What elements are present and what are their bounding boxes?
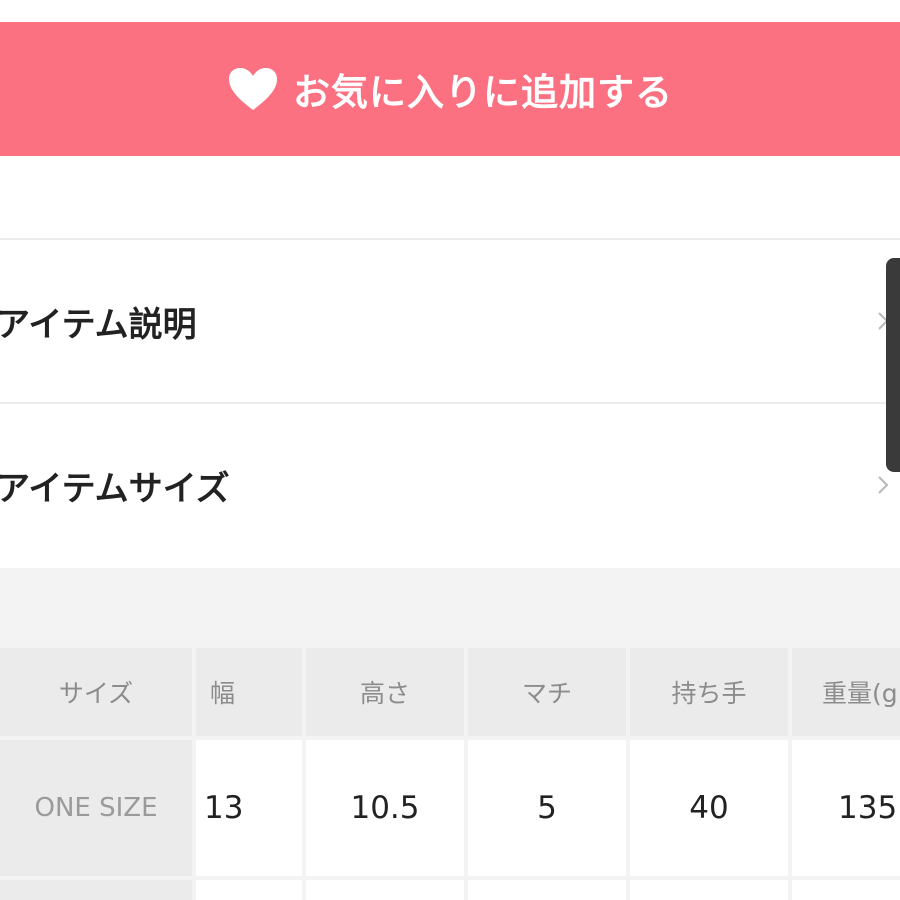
table-header-cell: マチ bbox=[468, 648, 626, 736]
table-row-label: ONE SIZE bbox=[0, 740, 192, 876]
table-header-cell: 持ち手 bbox=[630, 648, 788, 736]
table-cell: 40 bbox=[630, 740, 788, 876]
table-header-cell: 重量(g bbox=[792, 648, 900, 736]
heart-icon bbox=[229, 68, 277, 110]
add-to-favorites-button[interactable]: お気に入りに追加する bbox=[0, 22, 900, 156]
chevron-right-icon bbox=[878, 476, 889, 494]
table-cell: 13 bbox=[196, 740, 302, 876]
section-item-description[interactable]: アイテム説明 bbox=[0, 240, 900, 402]
table-row-partial bbox=[0, 880, 192, 900]
table-row-partial bbox=[468, 880, 626, 900]
table-row-partial bbox=[196, 880, 302, 900]
section-title: アイテム説明 bbox=[0, 304, 197, 345]
table-row-partial bbox=[792, 880, 900, 900]
table-header-cell: 幅 bbox=[196, 648, 302, 736]
table-row-partial bbox=[630, 880, 788, 900]
section-item-size[interactable]: アイテムサイズ bbox=[0, 404, 900, 566]
side-drawer-handle[interactable] bbox=[886, 258, 900, 472]
section-title: アイテムサイズ bbox=[0, 468, 230, 509]
table-cell: 135 bbox=[792, 740, 900, 876]
table-cell: 10.5 bbox=[306, 740, 464, 876]
table-header-cell: サイズ bbox=[0, 648, 192, 736]
add-to-favorites-label: お気に入りに追加する bbox=[293, 71, 673, 114]
table-row-partial bbox=[306, 880, 464, 900]
table-cell: 5 bbox=[468, 740, 626, 876]
table-header-cell: 高さ bbox=[306, 648, 464, 736]
